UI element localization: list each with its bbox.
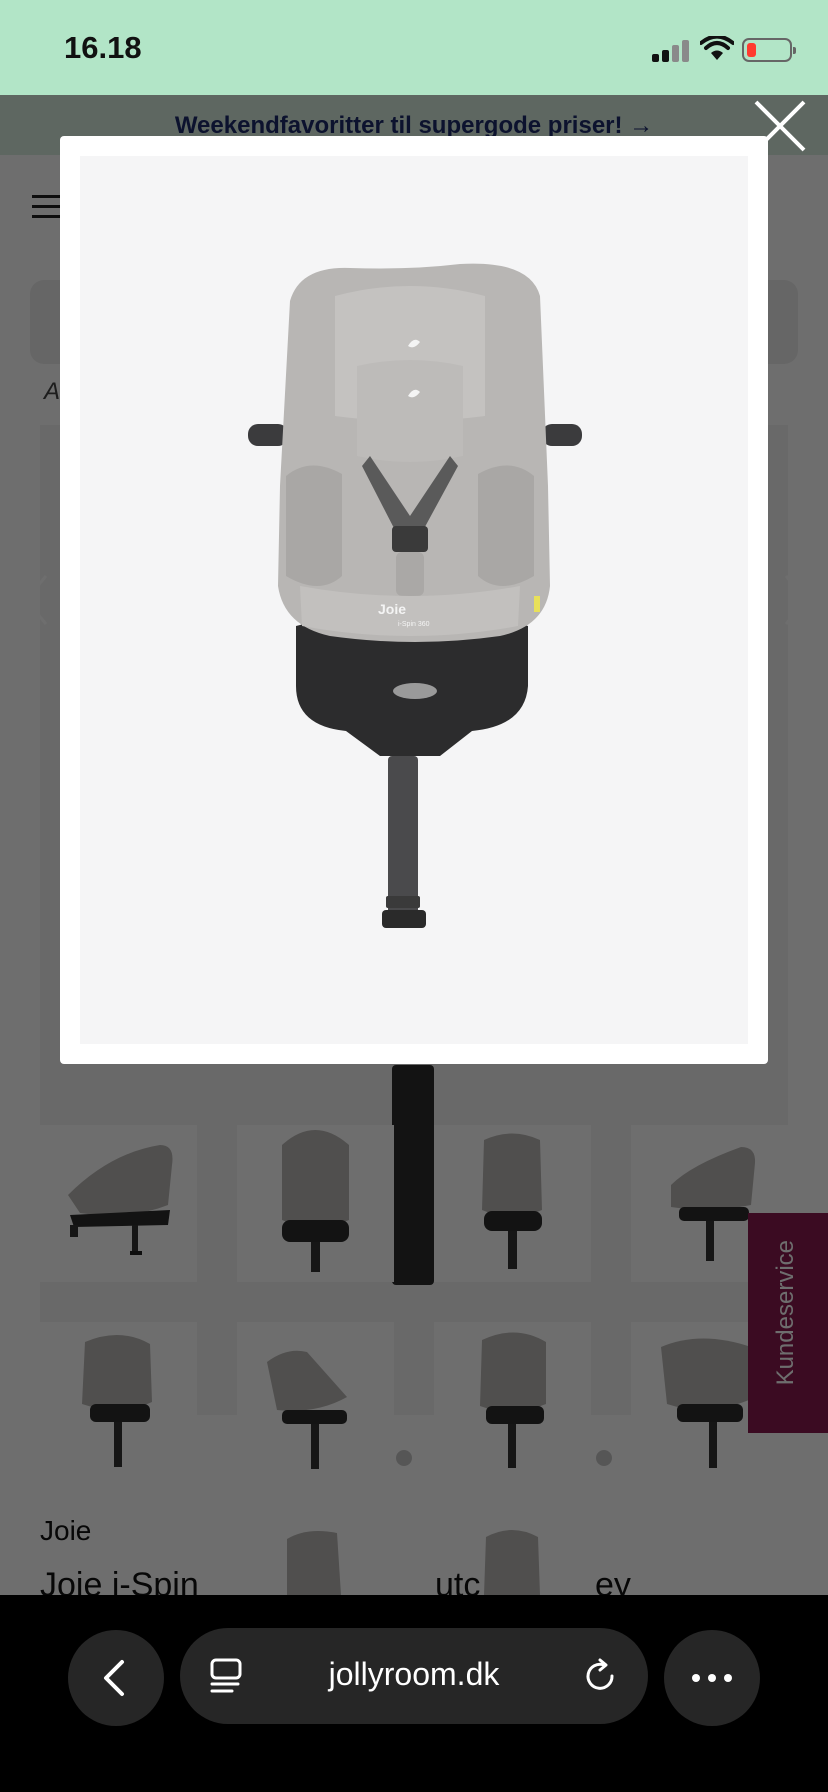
breadcrumb[interactable]: A <box>44 378 60 406</box>
thumbnail-9[interactable] <box>237 1519 394 1595</box>
car-seat-rear-side-image <box>267 1350 347 1469</box>
thumbnail-6[interactable] <box>237 1322 394 1479</box>
thumbnail-7[interactable] <box>434 1322 591 1479</box>
car-seat-side-top-image <box>287 1531 341 1595</box>
car-seat-front-top-image <box>282 1130 349 1272</box>
gallery-dot[interactable] <box>396 1450 412 1466</box>
seat-brand-label: Joie <box>378 601 406 617</box>
battery-icon <box>742 38 796 62</box>
lightbox-modal: Joie i-Spin 360 <box>60 136 768 1064</box>
customer-service-label[interactable]: Kundeservice <box>772 1240 800 1385</box>
hamburger-menu-icon[interactable] <box>32 195 62 219</box>
screen: 16.18 Weekendfavoritter til supergode pr… <box>0 0 828 1792</box>
thumbnail-3[interactable] <box>434 1125 591 1282</box>
more-button[interactable] <box>664 1630 760 1726</box>
car-seat-angle-image <box>82 1334 152 1467</box>
car-seat-front-image <box>482 1133 542 1269</box>
gallery-prev-arrow-icon[interactable] <box>18 570 54 630</box>
gallery-main-image-pole <box>392 1065 434 1285</box>
cellular-signal-icon <box>652 40 690 62</box>
status-time: 16.18 <box>64 30 142 65</box>
ellipsis-icon <box>692 1674 732 1682</box>
gallery-next-arrow-icon[interactable] <box>778 570 814 630</box>
thumbnail-5[interactable] <box>40 1322 197 1479</box>
car-seat-image: Joie i-Spin 360 <box>248 263 582 928</box>
seat-model-label: i-Spin 360 <box>398 621 430 628</box>
car-seat-three-quarter-image <box>480 1332 546 1468</box>
car-seat-side-image <box>68 1145 173 1255</box>
thumbnail-2[interactable] <box>237 1125 394 1282</box>
wifi-icon <box>700 36 734 60</box>
product-brand[interactable]: Joie <box>40 1515 91 1547</box>
lightbox-image[interactable]: Joie i-Spin 360 <box>80 156 748 1044</box>
thumbnail-1[interactable] <box>40 1125 197 1282</box>
address-bar[interactable]: jollyroom.dk <box>180 1628 648 1724</box>
gallery-dot[interactable] <box>596 1450 612 1466</box>
chevron-left-icon <box>104 1660 124 1696</box>
status-bar: 16.18 <box>0 0 828 95</box>
reload-icon[interactable] <box>580 1656 620 1696</box>
url-text[interactable]: jollyroom.dk <box>180 1656 648 1693</box>
back-button[interactable] <box>68 1630 164 1726</box>
